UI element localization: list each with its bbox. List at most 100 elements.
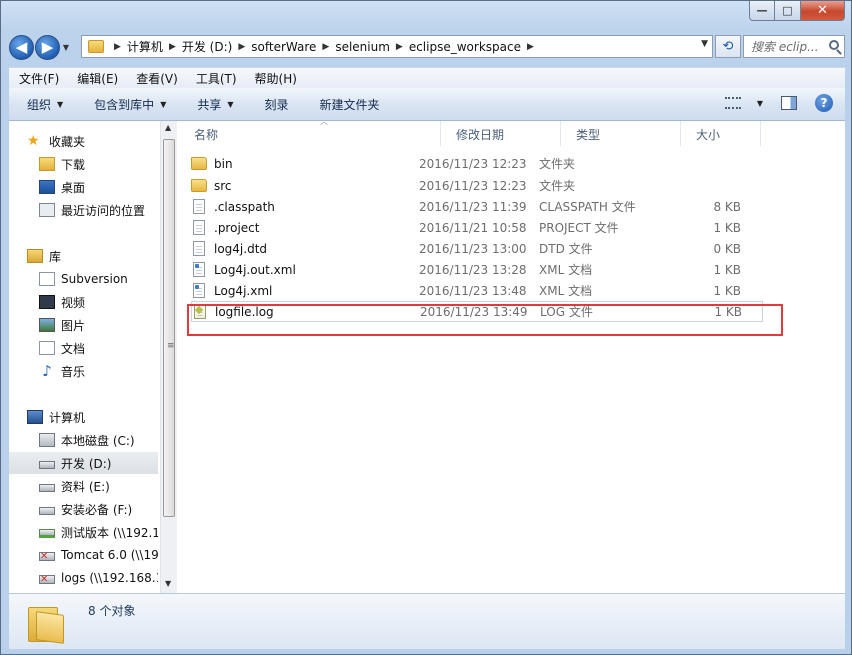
file-row-classpath[interactable]: .classpath 2016/11/23 11:39 CLASSPATH 文件… [191,196,763,217]
nav-item-music[interactable]: ♪ 音乐 [9,360,158,382]
file-row-log4j-dtd[interactable]: log4j.dtd 2016/11/23 13:00 DTD 文件 0 KB [191,238,763,259]
column-date-modified[interactable]: 修改日期 [441,121,561,146]
pictures-icon [39,318,55,332]
forward-button[interactable]: ▶ [35,34,60,60]
scroll-up-arrow-icon[interactable]: ▲ [165,123,171,132]
nav-item-pictures[interactable]: 图片 [9,314,158,336]
nav-item-drive-c[interactable]: 本地磁盘 (C:) [9,429,158,451]
nav-computer[interactable]: 计算机 [9,406,158,428]
file-size: 1 KB [713,220,741,235]
maximize-button[interactable]: □ [775,1,801,21]
new-folder-button[interactable]: 新建文件夹 [320,96,380,113]
nav-item-videos[interactable]: 视频 [9,291,158,313]
command-toolbar: 组织 ▼ 包含到库中 ▼ 共享 ▼ 刻录 新建文件夹 ▼ ? [9,88,845,121]
breadcrumb-computer[interactable]: 计算机 [127,38,163,55]
organize-button[interactable]: 组织 ▼ [27,96,63,113]
back-button[interactable]: ◀ [9,34,34,60]
column-name[interactable]: ︿ 名称 [179,117,441,146]
xml-file-icon [193,262,205,277]
preview-pane-icon[interactable] [781,96,797,110]
chevron-right-icon[interactable]: ▶ [238,42,245,52]
share-button[interactable]: 共享 ▼ [197,96,233,113]
nav-item-drive-f[interactable]: 安装必备 (F:) [9,498,158,520]
menu-edit[interactable]: 编辑(E) [77,70,118,87]
address-dropdown-icon[interactable]: ▼ [701,39,708,49]
menu-help[interactable]: 帮助(H) [255,70,297,87]
file-row-bin[interactable]: bin 2016/11/23 12:23 文件夹 [191,153,763,174]
grip-icon: ≡ [167,341,174,351]
nav-item-label: 测试版本 (\\192.1 [61,525,158,540]
file-row-log4j-out-xml[interactable]: Log4j.out.xml 2016/11/23 13:28 XML 文档 1 … [191,259,763,280]
refresh-button[interactable]: ⟲ [715,35,741,58]
file-type: PROJECT 文件 [539,221,619,235]
chevron-right-icon[interactable]: ▶ [527,42,534,52]
column-size-label: 大小 [696,128,721,142]
address-bar[interactable]: ▶ 计算机 ▶ 开发 (D:) ▶ softerWare ▶ selenium … [81,35,713,58]
file-date: 2016/11/23 12:23 [419,178,527,193]
column-size[interactable]: 大小 [681,121,761,146]
breadcrumb-softerware[interactable]: softerWare [251,40,316,54]
menu-view[interactable]: 查看(V) [136,70,178,87]
file-icon [193,199,205,214]
nav-item-documents[interactable]: 文档 [9,337,158,359]
system-drive-icon [39,433,55,447]
file-type: 文件夹 [539,179,576,193]
include-in-library-button[interactable]: 包含到库中 ▼ [94,96,166,113]
file-size: 8 KB [713,199,741,214]
change-view-icon[interactable] [724,97,741,109]
scrollbar-thumb[interactable]: ≡ [163,139,175,517]
burn-button[interactable]: 刻录 [265,96,289,113]
nav-libraries-label: 库 [49,249,62,264]
column-name-label: 名称 [194,128,219,142]
chevron-right-icon[interactable]: ▶ [396,42,403,52]
breadcrumb-eclipse-workspace[interactable]: eclipse_workspace [409,40,521,54]
file-row-src[interactable]: src 2016/11/23 12:23 文件夹 [191,175,763,196]
search-input[interactable]: 搜索 eclip... [743,35,845,58]
navigation-scrollbar[interactable]: ▲ ≡ ▼ [160,121,177,593]
nav-item-network-test[interactable]: 测试版本 (\\192.1 [9,521,158,543]
breadcrumb-selenium[interactable]: selenium [335,40,390,54]
chevron-right-icon[interactable]: ▶ [114,42,121,52]
nav-item-recent-places[interactable]: 最近访问的位置 [9,199,158,221]
nav-item-desktop[interactable]: 桌面 [9,176,158,198]
file-date: 2016/11/23 11:39 [419,199,527,214]
column-type[interactable]: 类型 [561,121,681,146]
view-options-dropdown-icon[interactable]: ▼ [757,99,763,108]
nav-item-downloads[interactable]: 下载 [9,153,158,175]
breadcrumb-drive-d[interactable]: 开发 (D:) [182,38,232,55]
chevron-down-icon: ▼ [160,99,167,109]
file-row-project[interactable]: .project 2016/11/21 10:58 PROJECT 文件 1 K… [191,217,763,238]
recent-pages-dropdown-icon[interactable]: ▼ [60,43,72,52]
nav-libraries[interactable]: 库 [9,245,158,267]
nav-item-drive-d[interactable]: 开发 (D:) [9,452,158,474]
file-name: .project [214,220,260,235]
chevron-down-icon: ▼ [57,99,64,109]
disconnected-network-drive-icon: ✕ [39,575,55,585]
minimize-button[interactable]: — [749,1,775,21]
menu-tools[interactable]: 工具(T) [196,70,237,87]
star-icon: ★ [27,133,40,149]
nav-item-label: 安装必备 (F:) [61,502,133,517]
chevron-right-icon[interactable]: ▶ [169,42,176,52]
nav-favorites[interactable]: ★ 收藏夹 [9,130,158,152]
file-row-logfile-log[interactable]: logfile.log 2016/11/23 13:49 LOG 文件 1 KB [191,301,763,322]
log-file-icon [194,304,206,319]
folder-icon [191,157,207,170]
organize-label: 组织 [27,97,52,112]
close-button[interactable]: ✕ [801,1,845,21]
file-date: 2016/11/23 13:48 [419,283,527,298]
help-icon[interactable]: ? [815,94,833,112]
nav-item-subversion[interactable]: Subversion [9,268,158,290]
music-icon: ♪ [42,362,52,380]
file-name: .classpath [214,199,275,214]
nav-item-drive-e[interactable]: 资料 (E:) [9,475,158,497]
document-library-icon [39,272,55,286]
chevron-right-icon[interactable]: ▶ [322,42,329,52]
nav-item-network-logs[interactable]: ✕ logs (\\192.168.1 [9,567,158,589]
scroll-down-arrow-icon[interactable]: ▼ [165,579,171,588]
menu-file[interactable]: 文件(F) [19,70,59,87]
disconnected-network-drive-icon: ✕ [39,552,55,562]
search-icon[interactable] [829,40,839,50]
nav-item-network-tomcat[interactable]: ✕ Tomcat 6.0 (\\192 [9,544,158,566]
file-row-log4j-xml[interactable]: Log4j.xml 2016/11/23 13:48 XML 文档 1 KB [191,280,763,301]
